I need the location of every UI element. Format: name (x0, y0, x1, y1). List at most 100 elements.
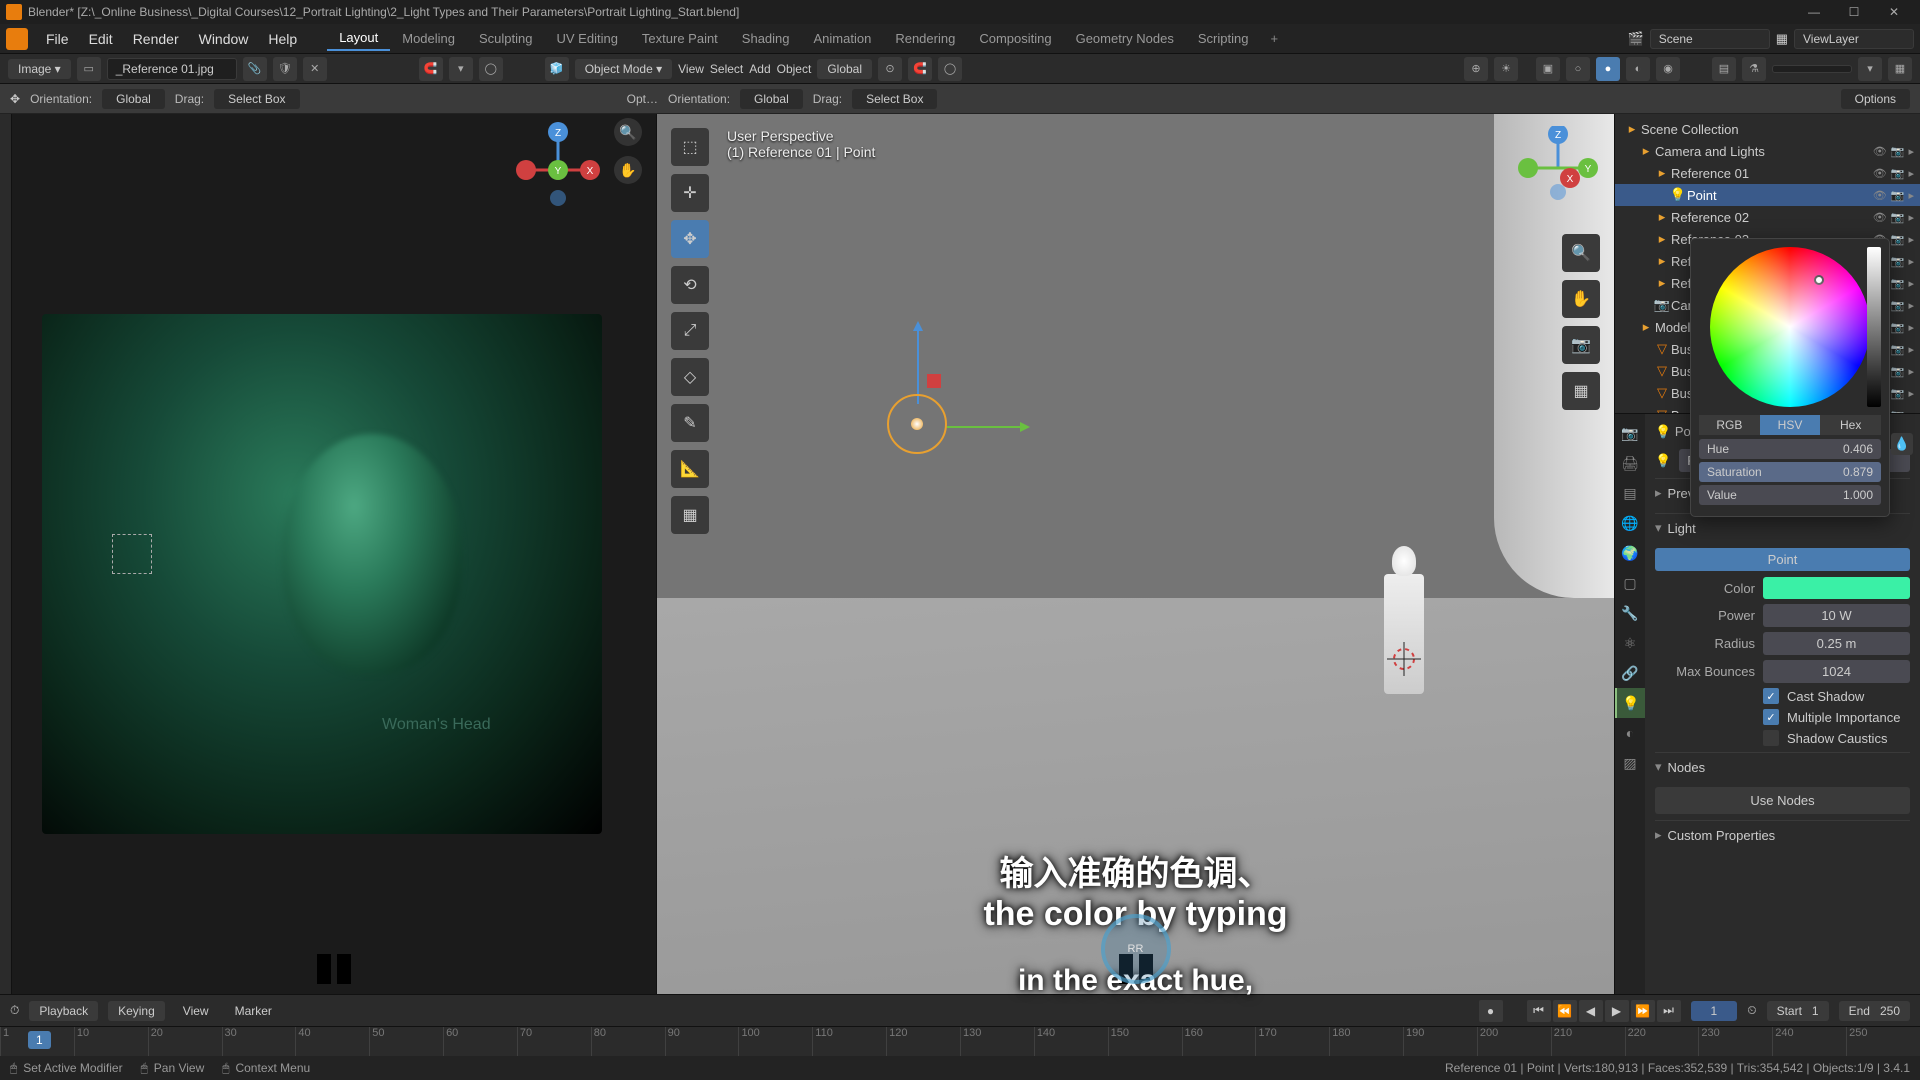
proptab-render[interactable]: 📷 (1615, 418, 1645, 448)
proportional-icon[interactable]: ◯ (479, 57, 503, 81)
drag-dropdown-1[interactable]: Select Box (214, 89, 299, 109)
proportional2-icon[interactable]: ◯ (938, 57, 962, 81)
power-field[interactable]: 10 W (1763, 604, 1910, 627)
3d-menu-add[interactable]: Add (749, 62, 770, 76)
maxbounces-field[interactable]: 1024 (1763, 660, 1910, 683)
visibility-toggle[interactable]: ▸ (1908, 299, 1914, 312)
3d-menu-select[interactable]: Select (710, 62, 743, 76)
visibility-toggle[interactable]: 📷 (1891, 189, 1905, 202)
radius-field[interactable]: 0.25 m (1763, 632, 1910, 655)
shading-render-icon[interactable]: ◉ (1656, 57, 1680, 81)
options-1[interactable]: Opt… (627, 92, 658, 106)
tool-measure[interactable]: 📐 (671, 450, 709, 488)
viewport-persp-icon[interactable]: ▦ (1562, 372, 1600, 410)
point-light-object[interactable] (887, 394, 947, 454)
tab-geonodes[interactable]: Geometry Nodes (1064, 27, 1186, 50)
outliner-search[interactable] (1772, 65, 1852, 73)
light-type-point[interactable]: Point (1655, 548, 1910, 571)
shading-matprev-icon[interactable]: ◐ (1626, 57, 1650, 81)
menu-help[interactable]: Help (258, 31, 307, 47)
jump-start-icon[interactable]: ⏮ (1527, 1000, 1551, 1022)
color-wheel[interactable] (1710, 247, 1870, 407)
eyedropper-icon[interactable]: 💧 (1891, 433, 1913, 455)
tool-cursor[interactable]: ✛ (671, 174, 709, 212)
proptab-world[interactable]: 🌍 (1615, 538, 1645, 568)
xray-icon[interactable]: ▣ (1536, 57, 1560, 81)
image-browse-icon[interactable]: ▭ (77, 57, 101, 81)
visibility-toggle[interactable]: ▸ (1908, 211, 1914, 224)
tool-rotate[interactable]: ⟲ (671, 266, 709, 304)
saturation-field[interactable]: Saturation0.879 (1699, 462, 1881, 482)
visibility-toggle[interactable]: 📷 (1891, 167, 1905, 180)
outliner-item[interactable]: ▸Reference 02👁📷▸ (1615, 206, 1920, 228)
mode-rgb[interactable]: RGB (1699, 415, 1760, 435)
tab-compositing[interactable]: Compositing (967, 27, 1063, 50)
proptab-material[interactable]: ◐ (1615, 718, 1645, 748)
mis-checkbox[interactable]: ✓ (1763, 709, 1779, 725)
tab-animation[interactable]: Animation (802, 27, 884, 50)
tool-annotate[interactable]: ✎ (671, 404, 709, 442)
visibility-toggle[interactable]: ▸ (1908, 233, 1914, 246)
tab-texturepaint[interactable]: Texture Paint (630, 27, 730, 50)
visibility-toggle[interactable]: ▸ (1908, 365, 1914, 378)
color-swatch[interactable] (1763, 577, 1910, 599)
close-button[interactable]: ✕ (1874, 5, 1914, 19)
nav-gizmo-3d[interactable]: Z Y X (1516, 126, 1600, 210)
visibility-toggle[interactable]: 📷 (1891, 299, 1905, 312)
visibility-toggle[interactable]: 📷 (1891, 343, 1905, 356)
visibility-toggle[interactable]: 📷 (1891, 321, 1905, 334)
proptab-data-light[interactable]: 💡 (1615, 688, 1645, 718)
tab-scripting[interactable]: Scripting (1186, 27, 1261, 50)
viewport-zoom-icon[interactable]: 🔍 (1562, 234, 1600, 272)
visibility-toggle[interactable]: 📷 (1891, 409, 1905, 415)
tab-uvediting[interactable]: UV Editing (545, 27, 630, 50)
current-frame-field[interactable]: 1 (1691, 1001, 1738, 1021)
3d-menu-view[interactable]: View (678, 62, 704, 76)
play-icon[interactable]: ▶ (1605, 1000, 1629, 1022)
image-users-icon[interactable]: 📎 (243, 57, 267, 81)
menu-window[interactable]: Window (189, 31, 259, 47)
overlay-toggle-icon[interactable]: ☀ (1494, 57, 1518, 81)
orientation-dropdown-2[interactable]: Global (740, 89, 803, 109)
color-picker-popup[interactable]: RGB HSV Hex Hue0.406 Saturation0.879 Val… (1690, 238, 1890, 517)
caustics-checkbox[interactable]: ✓ (1763, 730, 1779, 746)
visibility-toggle[interactable]: 📷 (1891, 277, 1905, 290)
visibility-toggle[interactable]: ▸ (1908, 189, 1914, 202)
tool-addcube[interactable]: ▦ (671, 496, 709, 534)
snap2-icon[interactable]: 🧲 (908, 57, 932, 81)
3d-menu-object[interactable]: Object (777, 62, 812, 76)
timeline-keying[interactable]: Keying (108, 1001, 165, 1021)
playhead[interactable]: 1 (28, 1031, 51, 1049)
proptab-constraints[interactable]: 🔗 (1615, 658, 1645, 688)
move-gizmo-z[interactable] (917, 324, 919, 404)
shading-solid-icon[interactable]: ● (1596, 57, 1620, 81)
move-gizmo-y[interactable] (927, 374, 941, 388)
tab-shading[interactable]: Shading (730, 27, 802, 50)
image-name-field[interactable]: _Reference 01.jpg (107, 58, 237, 80)
visibility-toggle[interactable]: 👁 (1873, 189, 1887, 202)
proptab-scene[interactable]: 🌐 (1615, 508, 1645, 538)
pivot-icon[interactable]: ⊙ (878, 57, 902, 81)
visibility-toggle[interactable]: 📷 (1891, 387, 1905, 400)
viewport-camera-icon[interactable]: 📷 (1562, 326, 1600, 364)
zoom-icon[interactable]: 🔍 (614, 118, 642, 146)
mode-hsv[interactable]: HSV (1760, 415, 1821, 435)
move-gizmo-x[interactable] (947, 426, 1027, 428)
collapsed-sidebar[interactable] (0, 114, 12, 994)
timeline-marker[interactable]: Marker (227, 1004, 280, 1018)
mode-hex[interactable]: Hex (1820, 415, 1881, 435)
visibility-toggle[interactable]: ▸ (1908, 343, 1914, 356)
visibility-toggle[interactable]: 👁 (1873, 211, 1887, 224)
options-dropdown[interactable]: Options (1841, 89, 1910, 109)
transform-orientation-dropdown[interactable]: Global (817, 59, 872, 79)
visibility-toggle[interactable]: ▸ (1908, 277, 1914, 290)
visibility-toggle[interactable]: 👁 (1873, 145, 1887, 158)
color-wheel-cursor[interactable] (1814, 275, 1824, 285)
minimize-button[interactable]: — (1794, 5, 1834, 19)
proptab-object[interactable]: ▢ (1615, 568, 1645, 598)
visibility-toggle[interactable]: ▸ (1908, 167, 1914, 180)
visibility-toggle[interactable]: ▸ (1908, 145, 1914, 158)
visibility-toggle[interactable]: ▸ (1908, 409, 1914, 415)
visibility-toggle[interactable]: ▸ (1908, 255, 1914, 268)
tab-layout[interactable]: Layout (327, 26, 390, 51)
